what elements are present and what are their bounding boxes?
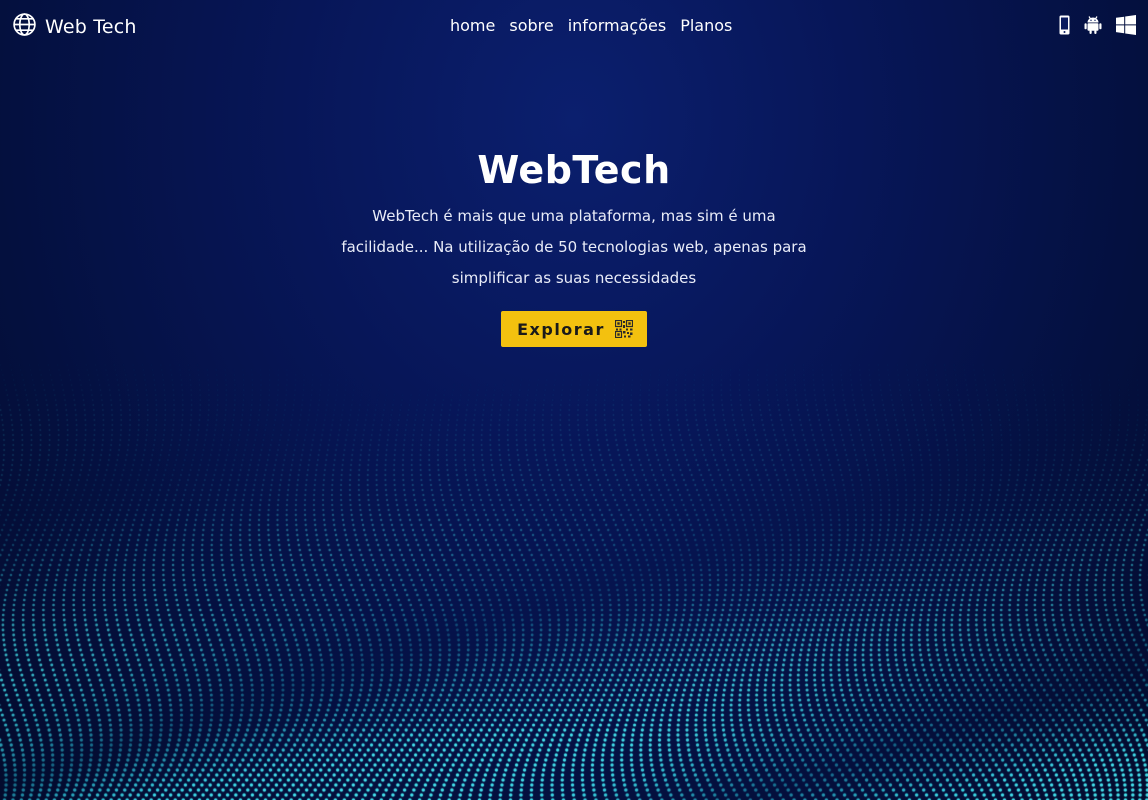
hero-title: WebTech <box>477 148 671 192</box>
nav-link-informacoes[interactable]: informações <box>568 15 666 37</box>
site-logo[interactable]: Web Tech <box>12 12 137 41</box>
top-header: Web Tech home sobre informações Planos <box>0 0 1148 52</box>
mobile-phone-icon[interactable] <box>1059 15 1070 35</box>
nav-link-planos[interactable]: Planos <box>680 15 732 37</box>
hero-section: WebTech WebTech é mais que uma plataform… <box>0 145 1148 347</box>
qr-code-icon <box>614 320 633 338</box>
particle-wave-background <box>0 0 1148 800</box>
explore-button-label: Explorar <box>517 319 605 339</box>
android-icon[interactable] <box>1084 15 1102 35</box>
platform-icons <box>1059 15 1136 35</box>
logo-text: Web Tech <box>45 15 137 38</box>
nav-link-home[interactable]: home <box>450 15 495 37</box>
nav-link-sobre[interactable]: sobre <box>509 15 553 37</box>
hero-description: WebTech é mais que uma plataforma, mas s… <box>341 207 807 287</box>
windows-icon[interactable] <box>1116 15 1136 35</box>
globe-icon <box>12 12 37 41</box>
main-nav: home sobre informações Planos <box>450 15 732 37</box>
explore-button[interactable]: Explorar <box>501 311 647 347</box>
